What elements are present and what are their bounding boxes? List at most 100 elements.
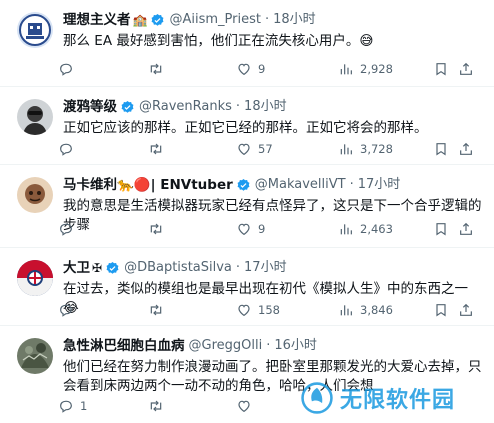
timestamp[interactable]: 16小时	[274, 337, 317, 355]
bookmark-button[interactable]	[433, 301, 449, 319]
user-handle[interactable]: @GreggOlli	[189, 337, 263, 355]
timestamp[interactable]: 18小时	[273, 11, 316, 29]
views-count: 3,846	[360, 303, 393, 317]
tweet-text: 正如它应该的那样。正如它已经的那样。正如它将会的那样。	[63, 120, 428, 136]
tweet-item[interactable]: 理想主义者 🏫 @Aiism_Priest · 18小时 那么 EA 最好感到害…	[0, 0, 494, 87]
tweet-item[interactable]: 大卫 ✠ @DBaptistaSilva · 17小时 在过去，类似的模组也是最…	[0, 248, 494, 326]
display-name[interactable]: 急性淋巴细胞白血病	[63, 337, 185, 355]
tweet-item[interactable]: 马卡维利🐆🔴| ENVtuber @MakavelliVT · 17小时 我的意…	[0, 165, 494, 248]
separator-dot: ·	[266, 338, 271, 353]
retweet-button[interactable]	[148, 140, 170, 158]
action-bar: 158 3,846	[58, 301, 478, 319]
share-icon	[460, 222, 472, 235]
views-icon	[340, 64, 352, 75]
tweet-feed: 理想主义者 🏫 @Aiism_Priest · 18小时 那么 EA 最好感到害…	[0, 0, 494, 423]
timestamp[interactable]: 17小时	[244, 259, 287, 277]
display-name[interactable]: 理想主义者	[63, 11, 131, 29]
tweet-text: 那么 EA 最好感到害怕，他们正在流失核心用户。😅	[63, 33, 374, 49]
separator-dot: ·	[235, 99, 241, 114]
reply-button[interactable]	[58, 301, 80, 319]
reply-button[interactable]	[58, 140, 80, 158]
retweet-button[interactable]	[148, 60, 170, 78]
separator-dot: ·	[264, 12, 270, 27]
share-icon	[460, 62, 472, 75]
bookmark-button[interactable]	[433, 220, 449, 238]
bookmark-button[interactable]	[433, 60, 449, 78]
retweet-button[interactable]	[148, 397, 170, 415]
reply-button[interactable]: 1	[58, 397, 87, 415]
share-button[interactable]	[458, 140, 474, 158]
avatar[interactable]	[17, 260, 53, 296]
like-icon	[238, 400, 250, 413]
views-button[interactable]: 2,463	[338, 220, 393, 238]
tweet-header: 急性淋巴细胞白血病 @GreggOlli · 16小时	[63, 337, 317, 355]
like-button[interactable]: 9	[236, 220, 265, 238]
share-button[interactable]	[458, 220, 474, 238]
user-handle[interactable]: @Aiism_Priest	[169, 11, 261, 29]
display-name[interactable]: 渡鸦等级	[63, 98, 117, 116]
bookmark-icon	[436, 63, 446, 76]
like-button[interactable]: 158	[236, 301, 280, 319]
site-watermark: 无限软件园	[300, 378, 455, 418]
views-button[interactable]: 2,928	[338, 60, 393, 78]
like-count: 57	[258, 142, 273, 156]
user-handle[interactable]: @MakavelliVT	[255, 176, 346, 194]
share-button[interactable]	[458, 301, 474, 319]
tweet-header: 马卡维利🐆🔴| ENVtuber @MakavelliVT · 17小时	[63, 176, 400, 194]
bookmark-icon	[436, 223, 446, 236]
timestamp[interactable]: 17小时	[358, 176, 401, 194]
views-icon	[340, 305, 352, 316]
tweet-header: 大卫 ✠ @DBaptistaSilva · 17小时	[63, 259, 287, 277]
retweet-icon	[150, 400, 162, 412]
like-icon	[238, 223, 250, 236]
reply-icon	[60, 304, 72, 317]
avatar[interactable]	[17, 177, 53, 213]
retweet-button[interactable]	[148, 220, 170, 238]
like-count: 9	[258, 62, 266, 76]
retweet-icon	[150, 223, 162, 235]
share-icon	[460, 142, 472, 155]
retweet-button[interactable]	[148, 301, 170, 319]
retweet-icon	[150, 143, 162, 155]
reply-icon	[60, 143, 72, 156]
watermark-text: 无限软件园	[340, 388, 456, 413]
like-button[interactable]	[236, 397, 258, 415]
verified-badge-icon	[106, 261, 119, 274]
bookmark-icon	[436, 304, 446, 317]
avatar[interactable]	[17, 99, 53, 135]
separator-dot: ·	[349, 177, 354, 192]
reply-button[interactable]	[58, 60, 80, 78]
views-button[interactable]: 3,846	[338, 301, 393, 319]
like-button[interactable]: 57	[236, 140, 273, 158]
reply-icon	[60, 223, 72, 236]
like-icon	[238, 143, 250, 156]
like-button[interactable]: 9	[236, 60, 265, 78]
views-count: 3,728	[360, 142, 393, 156]
share-icon	[460, 303, 472, 316]
name-decoration: ✠	[92, 261, 103, 275]
avatar[interactable]	[17, 12, 53, 48]
tweet-header: 理想主义者 🏫 @Aiism_Priest · 18小时	[63, 11, 316, 29]
views-icon	[340, 144, 352, 155]
views-button[interactable]: 3,728	[338, 140, 393, 158]
display-name[interactable]: 大卫	[63, 259, 90, 277]
share-button[interactable]	[458, 60, 474, 78]
verified-badge-icon	[237, 178, 250, 191]
bookmark-button[interactable]	[433, 140, 449, 158]
watermark-logo-icon	[301, 382, 333, 414]
action-bar: 9 2,928	[58, 60, 478, 78]
retweet-icon	[150, 63, 162, 75]
verified-badge-icon	[152, 13, 164, 26]
tweet-item[interactable]: 渡鸦等级 @RavenRanks · 18小时 正如它应该的那样。正如它已经的那…	[0, 87, 494, 165]
verified-badge-icon	[121, 100, 134, 113]
reply-button[interactable]	[58, 220, 80, 238]
reply-icon	[60, 400, 72, 413]
views-icon	[340, 224, 352, 235]
retweet-icon	[150, 304, 162, 316]
user-handle[interactable]: @RavenRanks	[139, 98, 232, 116]
action-bar: 57 3,728	[58, 140, 478, 158]
display-name[interactable]: 马卡维利🐆🔴| ENVtuber	[63, 176, 233, 194]
user-handle[interactable]: @DBaptistaSilva	[124, 259, 232, 277]
timestamp[interactable]: 18小时	[244, 98, 287, 116]
avatar[interactable]	[17, 338, 53, 374]
